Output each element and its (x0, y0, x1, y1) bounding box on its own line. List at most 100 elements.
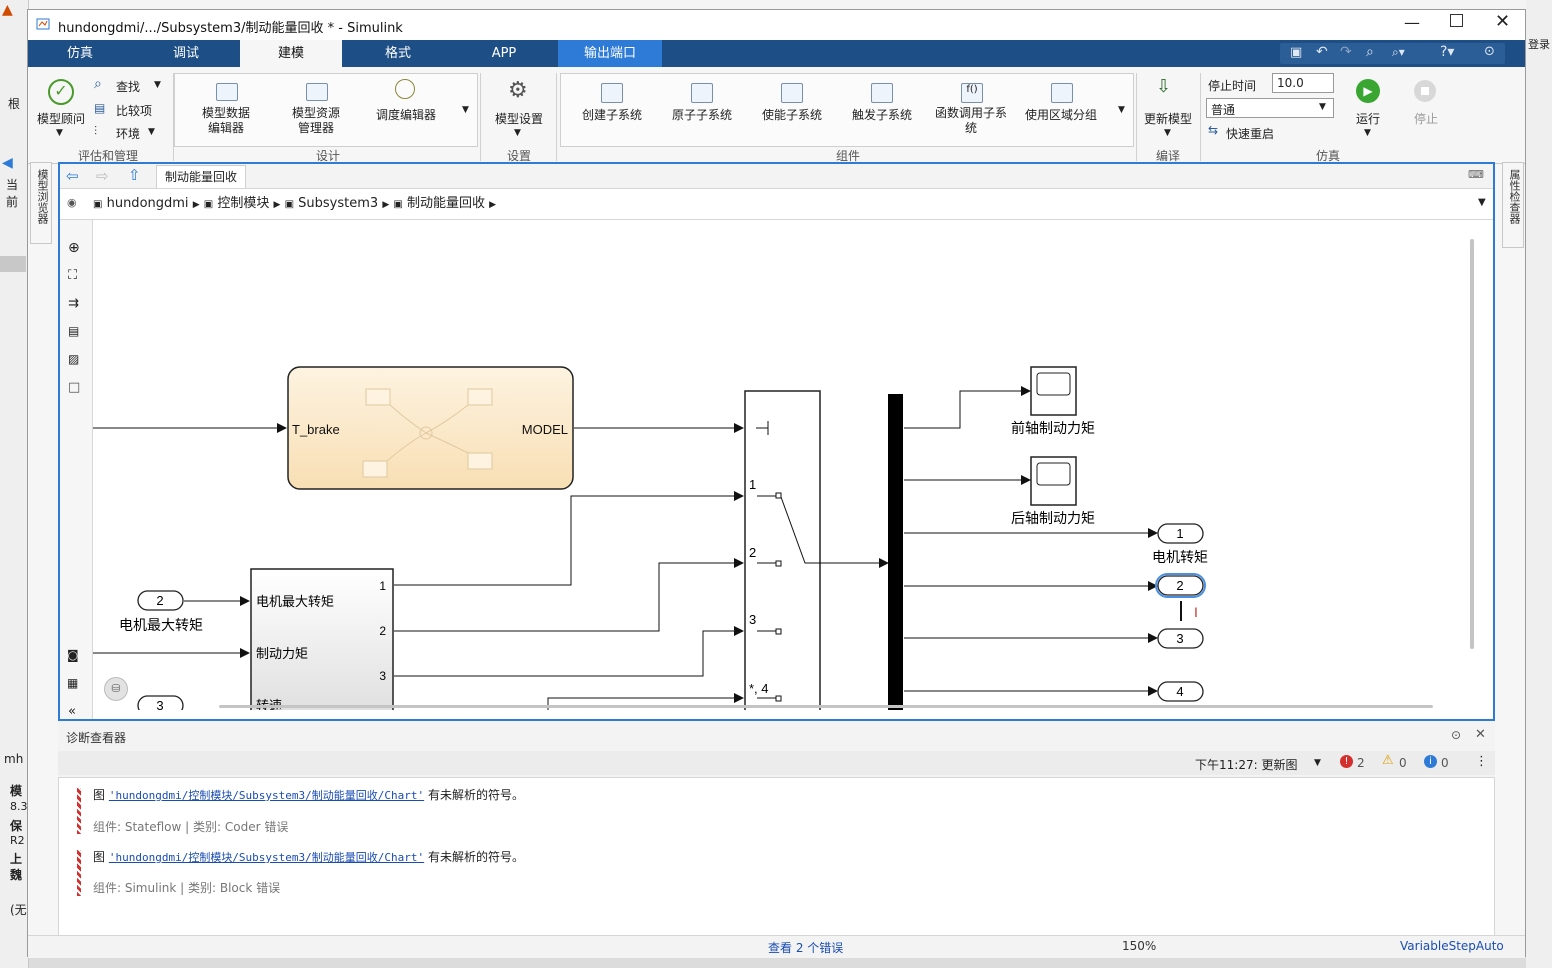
search-icon[interactable]: ⌕ (1366, 44, 1374, 60)
model-data-editor-button[interactable]: 模型数据 编辑器 (188, 106, 264, 136)
enabled-subsystem-button[interactable]: 使能子系统 (754, 106, 830, 123)
keyboard-icon[interactable]: ⌨ (1468, 168, 1484, 181)
stop-button[interactable]: 停止 (1404, 110, 1448, 127)
fit-to-view-icon[interactable]: ⛶ (68, 268, 77, 283)
close-button[interactable]: ✕ (1495, 11, 1510, 32)
diagram-canvas[interactable]: T_brake MODEL 1 2 3 *, 4 前轴制动力矩 后轴制动力矩 1… (93, 221, 1480, 710)
camera-icon[interactable]: ◙ (67, 648, 79, 662)
chevron-down-icon[interactable]: ▼ (1164, 128, 1171, 138)
model-explorer-button[interactable]: 模型资源 管理器 (278, 106, 354, 136)
atomic-subsystem-button[interactable]: 原子子系统 (664, 106, 740, 123)
area-icon[interactable]: □ (68, 380, 80, 395)
simulation-mode-select[interactable]: 普通 ▼ (1206, 98, 1334, 118)
help-icon[interactable]: ?▾ (1440, 44, 1454, 60)
maximize-button[interactable] (1450, 14, 1463, 27)
annotation-icon[interactable]: ▤ (68, 324, 79, 338)
model-settings-button[interactable]: 模型设置 (488, 110, 550, 127)
inport-block[interactable]: 3 (137, 695, 184, 710)
horizontal-scrollbar[interactable] (219, 705, 1433, 708)
compare-button[interactable]: 比较项 (116, 102, 152, 119)
solver-link[interactable]: VariableStepAuto (1400, 939, 1504, 953)
scope-block-rear[interactable]: 后轴制动力矩 (1011, 456, 1095, 526)
function-call-subsystem-button[interactable]: 函数调用子系统 (932, 106, 1010, 136)
gallery-expand-icon[interactable]: ▼ (462, 105, 469, 115)
model-advisor-button[interactable]: 模型顾问 (32, 110, 90, 127)
collapse-palette-icon[interactable]: « (68, 704, 76, 719)
back-icon[interactable]: ◀ (2, 155, 13, 171)
signal-line[interactable] (394, 626, 744, 677)
vertical-scrollbar[interactable] (1470, 239, 1474, 649)
image-icon[interactable]: ▨ (68, 352, 79, 366)
triggered-subsystem-button[interactable]: 触发子系统 (844, 106, 920, 123)
signal-line[interactable] (394, 558, 744, 632)
fast-restart-button[interactable]: 快速重启 (1226, 125, 1274, 142)
error-count[interactable]: 2 (1357, 756, 1365, 770)
tab-simulation[interactable]: 仿真 (42, 40, 118, 67)
signal-line[interactable] (547, 693, 744, 710)
chevron-down-icon[interactable]: ▼ (1314, 758, 1321, 768)
signal-line[interactable] (394, 491, 744, 586)
area-group-button[interactable]: 使用区域分组 (1022, 106, 1100, 123)
breadcrumb-item[interactable]: 制动能量回收 (407, 196, 485, 211)
back-icon[interactable]: ⇦ (66, 167, 79, 185)
panel-menu-icon[interactable]: ⊙ (1451, 728, 1461, 742)
stop-time-input[interactable]: 10.0 (1272, 73, 1334, 93)
outport-block[interactable]: 1 电机转矩 (1152, 523, 1208, 565)
close-icon[interactable]: ✕ (1475, 727, 1486, 742)
zoom-in-icon[interactable]: ⊕ (68, 240, 80, 256)
multiport-switch-block[interactable]: 1 2 3 *, 4 (744, 390, 821, 710)
chevron-down-icon[interactable]: ▼ (56, 128, 63, 138)
undo-icon[interactable]: ↶ (1316, 44, 1328, 60)
run-icon[interactable]: ▶ (1356, 79, 1380, 103)
update-model-button[interactable]: 更新模型 (1140, 110, 1196, 127)
create-subsystem-button[interactable]: 创建子系统 (574, 106, 650, 123)
login-link[interactable]: 登录 (1528, 36, 1550, 52)
model-browser-icon[interactable]: ▦ (67, 676, 78, 690)
schedule-editor-button[interactable]: 调度编辑器 (368, 106, 444, 123)
subsystem-block[interactable]: 电机最大转矩 制动力矩 转速 1 2 3 (250, 568, 394, 710)
collapse-ribbon-icon[interactable]: ⊙ (1484, 44, 1495, 59)
breadcrumb-item[interactable]: Subsystem3 (298, 196, 378, 211)
database-icon[interactable]: ⛁ (104, 677, 128, 701)
chevron-down-icon[interactable]: ▼ (154, 80, 161, 90)
view-errors-link[interactable]: 查看 2 个错误 (768, 939, 843, 956)
up-to-parent-icon[interactable]: ⇧ (128, 166, 141, 184)
find-options-icon[interactable]: ⌕▾ (1392, 45, 1405, 60)
route-lines-icon[interactable]: ⇉ (68, 296, 79, 311)
tab-debug[interactable]: 调试 (148, 40, 224, 67)
gallery-expand-icon[interactable]: ▼ (1118, 105, 1125, 115)
outport-block[interactable]: 3 (1157, 628, 1204, 649)
breadcrumb-item[interactable]: hundongdmi (107, 196, 189, 211)
chevron-down-icon[interactable]: ▼ (148, 127, 155, 137)
environment-button[interactable]: 环境 (116, 125, 140, 142)
info-count[interactable]: 0 (1441, 756, 1449, 770)
more-options-icon[interactable]: ⋮ (1475, 754, 1488, 769)
diagnostic-time-select[interactable]: 下午11:27: 更新图 (1195, 756, 1297, 773)
inport-block[interactable]: 2 电机最大转矩 (119, 590, 203, 633)
breadcrumb-item[interactable]: 控制模块 (217, 196, 269, 211)
tab-modeling[interactable]: 建模 (240, 40, 342, 67)
property-inspector-tab[interactable]: 属性检查器 (1502, 162, 1524, 248)
warning-count[interactable]: 0 (1399, 756, 1407, 770)
run-button[interactable]: 运行 (1346, 110, 1390, 127)
stateflow-chart-block[interactable]: T_brake MODEL (287, 366, 574, 490)
mux-block[interactable] (888, 394, 903, 710)
outport-block-selected[interactable]: 2 I (1155, 573, 1206, 621)
minimize-button[interactable]: — (1404, 13, 1420, 32)
tab-format[interactable]: 格式 (360, 40, 436, 67)
model-tab[interactable]: 制动能量回收 (156, 165, 246, 188)
block-path-link[interactable]: 'hundongdmi/控制模块/Subsystem3/制动能量回收/Chart… (109, 851, 424, 864)
outport-block[interactable]: 4 (1157, 681, 1204, 702)
model-advisor-icon[interactable]: ✓ (48, 79, 74, 105)
tab-output-port[interactable]: 输出端口 (558, 40, 662, 67)
save-icon[interactable]: ▣ (1290, 45, 1302, 60)
redo-icon[interactable]: ↷ (1340, 44, 1352, 60)
chevron-down-icon[interactable]: ▼ (514, 128, 521, 138)
breadcrumb-dropdown-icon[interactable]: ▼ (1478, 197, 1486, 208)
block-path-link[interactable]: 'hundongdmi/控制模块/Subsystem3/制动能量回收/Chart… (109, 789, 424, 802)
forward-icon[interactable]: ⇨ (96, 167, 109, 185)
model-browser-tab[interactable]: 模型浏览器 (30, 162, 52, 244)
find-button[interactable]: 查找 (116, 78, 140, 95)
scope-block-front[interactable]: 前轴制动力矩 (1011, 366, 1095, 436)
chevron-down-icon[interactable]: ▼ (1364, 128, 1371, 138)
